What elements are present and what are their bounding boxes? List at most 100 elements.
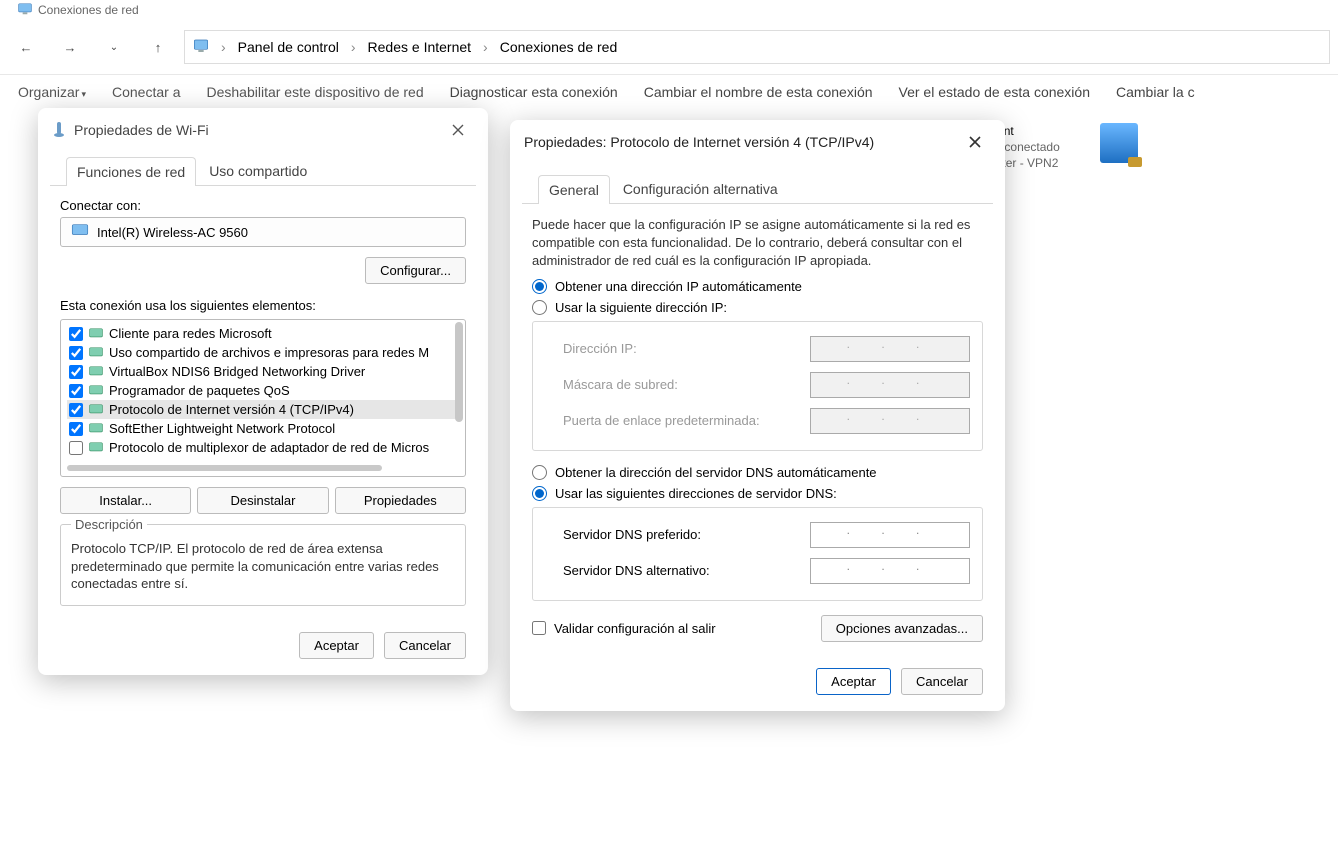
cancel-button[interactable]: Cancelar <box>384 632 466 659</box>
dns-preferred-label: Servidor DNS preferido: <box>563 527 794 542</box>
subnet-mask-input: . . . <box>810 372 970 398</box>
radio-dns-manual[interactable]: Usar las siguientes direcciones de servi… <box>532 486 983 501</box>
protocol-icon <box>89 384 103 398</box>
advanced-button[interactable]: Opciones avanzadas... <box>821 615 983 642</box>
list-item[interactable]: SoftEther Lightweight Network Protocol <box>67 419 459 438</box>
ip-address-input: . . . <box>810 336 970 362</box>
list-item-label: Programador de paquetes QoS <box>109 383 290 398</box>
close-button[interactable] <box>440 116 476 144</box>
cancel-button[interactable]: Cancelar <box>901 668 983 695</box>
list-item-label: Uso compartido de archivos e impresoras … <box>109 345 429 360</box>
network-icon <box>18 3 32 18</box>
list-item[interactable]: Uso compartido de archivos e impresoras … <box>67 343 459 362</box>
forward-button[interactable]: → <box>52 29 88 65</box>
radio-ip-auto[interactable]: Obtener una dirección IP automáticamente <box>532 279 983 294</box>
dns-preferred-input[interactable]: . . . <box>810 522 970 548</box>
accept-button[interactable]: Aceptar <box>299 632 374 659</box>
scrollbar-thumb[interactable] <box>455 322 463 422</box>
chevron-right-icon: › <box>217 39 230 55</box>
chevron-right-icon: › <box>479 39 492 55</box>
gateway-input: . . . <box>810 408 970 434</box>
list-item-checkbox[interactable] <box>69 346 83 360</box>
list-item-label: Protocolo de multiplexor de adaptador de… <box>109 440 429 455</box>
up-button[interactable]: ↑ <box>140 29 176 65</box>
tb-connect[interactable]: Conectar a <box>112 84 180 100</box>
protocol-icon <box>89 327 103 341</box>
tb-view-status[interactable]: Ver el estado de esta conexión <box>899 84 1090 100</box>
list-item[interactable]: Protocolo de Internet versión 4 (TCP/IPv… <box>67 400 459 419</box>
tab-alt-config[interactable]: Configuración alternativa <box>612 174 789 203</box>
list-item[interactable]: Cliente para redes Microsoft <box>67 324 459 343</box>
connect-with-label: Conectar con: <box>60 198 466 213</box>
radio-ip-manual[interactable]: Usar la siguiente dirección IP: <box>532 300 983 315</box>
dns-alt-label: Servidor DNS alternativo: <box>563 563 794 578</box>
list-item[interactable]: VirtualBox NDIS6 Bridged Networking Driv… <box>67 362 459 381</box>
list-item-checkbox[interactable] <box>69 403 83 417</box>
crumb-3[interactable]: Conexiones de red <box>500 39 618 55</box>
gateway-label: Puerta de enlace predeterminada: <box>563 413 794 428</box>
tab-network-functions[interactable]: Funciones de red <box>66 157 196 186</box>
wifi-icon <box>52 120 66 141</box>
intro-text: Puede hacer que la configuración IP se a… <box>532 216 983 271</box>
configure-button[interactable]: Configurar... <box>365 257 466 284</box>
adapter-name: Intel(R) Wireless-AC 9560 <box>97 225 248 240</box>
tb-diagnose[interactable]: Diagnosticar esta conexión <box>450 84 618 100</box>
list-item-checkbox[interactable] <box>69 384 83 398</box>
close-button[interactable] <box>957 128 993 156</box>
control-panel-icon <box>193 38 209 57</box>
wifi-dialog-title: Propiedades de Wi-Fi <box>74 122 209 138</box>
protocol-icon <box>89 403 103 417</box>
back-button[interactable]: ← <box>8 29 44 65</box>
adapter-field: Intel(R) Wireless-AC 9560 <box>60 217 466 247</box>
protocol-icon <box>89 422 103 436</box>
subnet-mask-label: Máscara de subred: <box>563 377 794 392</box>
list-item[interactable]: Programador de paquetes QoS <box>67 381 459 400</box>
window-title: Conexiones de red <box>38 3 139 17</box>
description-legend: Descripción <box>71 517 147 532</box>
tab-general[interactable]: General <box>538 175 610 204</box>
scrollbar-horizontal[interactable] <box>67 465 382 471</box>
chevron-right-icon: › <box>347 39 360 55</box>
install-button[interactable]: Instalar... <box>60 487 191 514</box>
description-text: Protocolo TCP/IP. El protocolo de red de… <box>71 540 455 593</box>
uninstall-button[interactable]: Desinstalar <box>197 487 328 514</box>
ip-address-label: Dirección IP: <box>563 341 794 356</box>
properties-button[interactable]: Propiedades <box>335 487 466 514</box>
list-item[interactable]: Protocolo de multiplexor de adaptador de… <box>67 438 459 457</box>
protocol-icon <box>89 346 103 360</box>
list-item-label: Cliente para redes Microsoft <box>109 326 272 341</box>
list-item-label: Protocolo de Internet versión 4 (TCP/IPv… <box>109 402 354 417</box>
tb-organize[interactable]: Organizar▾ <box>18 84 86 100</box>
list-item-checkbox[interactable] <box>69 422 83 436</box>
crumb-2[interactable]: Redes e Internet <box>368 39 472 55</box>
elements-label: Esta conexión usa los siguientes element… <box>60 298 466 313</box>
history-dropdown[interactable]: ⌄ <box>96 29 132 65</box>
elements-listbox[interactable]: Cliente para redes Microsoft Uso comparti… <box>60 319 466 477</box>
protocol-icon <box>89 441 103 455</box>
list-item-checkbox[interactable] <box>69 365 83 379</box>
command-toolbar: Organizar▾ Conectar a Deshabilitar este … <box>0 75 1338 109</box>
accept-button[interactable]: Aceptar <box>816 668 891 695</box>
chevron-down-icon: ▾ <box>81 89 86 99</box>
breadcrumb[interactable]: › Panel de control › Redes e Internet › … <box>184 30 1330 64</box>
window-titlebar: Conexiones de red <box>0 0 1338 20</box>
dns-alt-input[interactable]: . . . <box>810 558 970 584</box>
adapter-item-extra[interactable] <box>1100 123 1315 172</box>
ipv4-properties-dialog: Propiedades: Protocolo de Internet versi… <box>510 120 1005 711</box>
tb-change[interactable]: Cambiar la c <box>1116 84 1195 100</box>
network-adapter-icon <box>1100 123 1138 163</box>
list-item-checkbox[interactable] <box>69 441 83 455</box>
validate-checkbox[interactable]: Validar configuración al salir <box>532 621 716 636</box>
list-item-checkbox[interactable] <box>69 327 83 341</box>
wifi-properties-dialog: Propiedades de Wi-Fi Funciones de red Us… <box>38 108 488 675</box>
protocol-icon <box>89 365 103 379</box>
address-bar: ← → ⌄ ↑ › Panel de control › Redes e Int… <box>0 20 1338 75</box>
tb-disable[interactable]: Deshabilitar este dispositivo de red <box>206 84 423 100</box>
adapter-icon <box>71 224 89 241</box>
radio-dns-auto[interactable]: Obtener la dirección del servidor DNS au… <box>532 465 983 480</box>
tab-sharing[interactable]: Uso compartido <box>198 156 318 185</box>
list-item-label: VirtualBox NDIS6 Bridged Networking Driv… <box>109 364 365 379</box>
tb-rename[interactable]: Cambiar el nombre de esta conexión <box>644 84 873 100</box>
crumb-1[interactable]: Panel de control <box>238 39 339 55</box>
list-item-label: SoftEther Lightweight Network Protocol <box>109 421 335 436</box>
